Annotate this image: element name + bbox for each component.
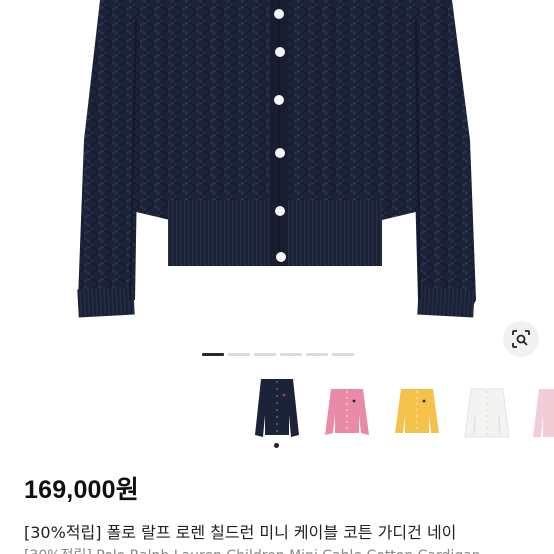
cardigan-illustration: [77, 0, 476, 318]
image-carousel-indicator: [202, 353, 354, 357]
color-options: [0, 372, 554, 452]
color-option-white[interactable]: [456, 372, 518, 442]
cardigan-thumbnail: [464, 388, 510, 438]
indicator-dot[interactable]: [332, 353, 354, 356]
cardigan-thumbnail: [255, 379, 299, 437]
lens-search-icon: [512, 330, 530, 348]
selected-color-indicator: [274, 443, 279, 448]
indicator-dot[interactable]: [306, 353, 328, 356]
color-option-yellow[interactable]: [386, 372, 448, 442]
color-option-pink[interactable]: [316, 372, 378, 442]
color-option-navy[interactable]: [246, 372, 308, 442]
color-option-light-pink[interactable]: [524, 372, 554, 442]
product-subtitle: [30%적립] Polo Ralph Lauren Children Mini …: [24, 545, 554, 554]
indicator-dot[interactable]: [280, 353, 302, 356]
title-fade-overlay: [470, 515, 554, 541]
product-price: 169,000원: [24, 476, 139, 504]
indicator-dot[interactable]: [202, 353, 224, 356]
product-image[interactable]: [0, 0, 554, 345]
cardigan-thumbnail: [325, 389, 369, 435]
indicator-dot[interactable]: [228, 353, 250, 356]
cardigan-thumbnail: [395, 389, 439, 433]
indicator-dot[interactable]: [254, 353, 276, 356]
cardigan-thumbnail: [533, 389, 554, 437]
image-search-button[interactable]: [503, 321, 539, 357]
